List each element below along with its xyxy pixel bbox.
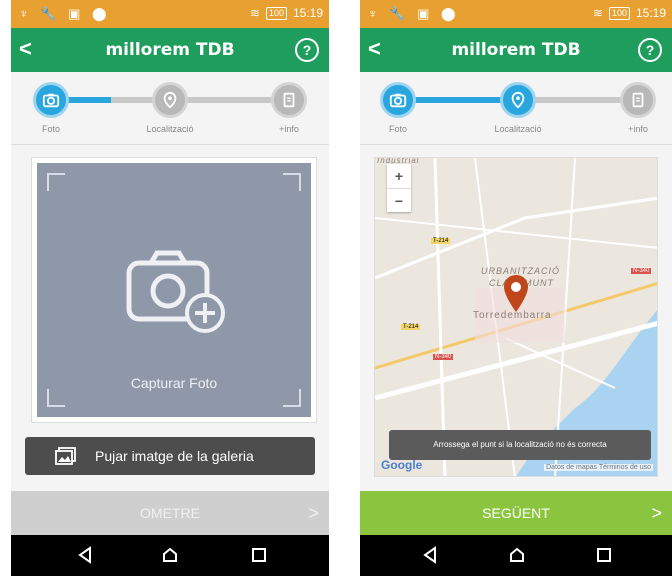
zoom-control: + − xyxy=(387,164,411,212)
recents-nav-icon[interactable] xyxy=(251,546,267,564)
camera-add-icon xyxy=(126,250,225,333)
step-label-location: Localització xyxy=(494,124,542,134)
step-label-photo: Foto xyxy=(388,124,408,134)
next-label: SEGÜENT xyxy=(482,505,550,521)
app-bar: < millorem TDB ? xyxy=(11,28,329,72)
back-nav-icon[interactable] xyxy=(422,546,438,564)
chevron-right-icon: > xyxy=(651,503,662,523)
step-label-info: +info xyxy=(279,124,299,134)
back-nav-icon[interactable] xyxy=(77,546,93,564)
location-marker-icon[interactable] xyxy=(503,274,529,314)
home-nav-icon[interactable] xyxy=(508,546,526,564)
upload-gallery-label: Pujar imatge de la galeria xyxy=(95,448,254,464)
help-button[interactable]: ? xyxy=(295,38,319,62)
road-label: N-340 xyxy=(631,268,652,274)
help-button[interactable]: ? xyxy=(638,38,662,62)
status-time: 15:19 xyxy=(292,6,323,20)
upload-gallery-button[interactable]: Pujar imatge de la galeria xyxy=(25,437,315,475)
location-pin-icon[interactable] xyxy=(500,82,536,118)
road-label: T-214 xyxy=(401,324,421,330)
battery-icon: 100 xyxy=(265,6,287,20)
recents-nav-icon[interactable] xyxy=(596,546,612,564)
road-label: T-214 xyxy=(431,238,451,244)
road-label: N-340 xyxy=(433,354,454,360)
wifi-icon: ≋ xyxy=(249,6,260,20)
capture-photo-area[interactable]: Capturar Foto xyxy=(31,157,317,423)
step-label-info: +info xyxy=(628,124,648,134)
next-button[interactable]: SEGÜENT > xyxy=(360,491,672,535)
capture-photo-label: Capturar Foto xyxy=(130,375,218,391)
status-icons: ♆ 🔧 ▣ ⬤ xyxy=(19,6,111,21)
clipboard-icon[interactable] xyxy=(620,82,656,118)
zoom-in-button[interactable]: + xyxy=(387,164,411,188)
app-bar: < millorem TDB ? xyxy=(360,28,672,72)
drag-hint-toast: Arrossega el punt si la localització no … xyxy=(389,430,651,460)
location-map[interactable]: + − Industrial T-214 T-214 N-340 N-340 U… xyxy=(374,157,658,477)
step-label-location: Localització xyxy=(146,124,194,134)
clipboard-icon[interactable] xyxy=(271,82,307,118)
home-nav-icon[interactable] xyxy=(161,546,179,564)
battery-icon: 100 xyxy=(608,6,630,20)
phone-screen-location: ♆ 🔧 ▣ ⬤ ≋ 100 15:19 < millorem TDB ? Foto … xyxy=(360,0,672,576)
step-indicator: Foto Localització +info xyxy=(11,72,329,144)
zoom-out-button[interactable]: − xyxy=(387,188,411,213)
phone-screen-photo: ♆ 🔧 ▣ ⬤ ≋ 100 15:19 < millorem TDB ? Foto … xyxy=(11,0,329,576)
gallery-icon xyxy=(55,447,76,465)
google-logo: Google xyxy=(381,458,423,472)
android-nav-bar xyxy=(360,535,672,576)
status-bar: ♆ 🔧 ▣ ⬤ ≋ 100 15:19 xyxy=(11,0,329,28)
map-label-place: Industrial xyxy=(377,157,420,165)
step-indicator: Foto Localització +info xyxy=(360,72,672,144)
wifi-icon: ≋ xyxy=(592,6,603,20)
app-title: millorem TDB xyxy=(105,40,235,60)
status-bar: ♆ 🔧 ▣ ⬤ ≋ 100 15:19 xyxy=(360,0,672,28)
camera-icon[interactable] xyxy=(380,82,416,118)
camera-icon[interactable] xyxy=(33,82,69,118)
location-pin-icon[interactable] xyxy=(152,82,188,118)
chevron-right-icon: > xyxy=(308,503,319,523)
android-nav-bar xyxy=(11,535,329,576)
app-title: millorem TDB xyxy=(451,40,581,60)
skip-button[interactable]: OMETRE > xyxy=(11,491,329,535)
status-time: 15:19 xyxy=(635,6,666,20)
status-icons: ♆ 🔧 ▣ ⬤ xyxy=(368,6,460,21)
map-credits[interactable]: Datos de mapas Términos de uso xyxy=(544,464,653,471)
step-label-photo: Foto xyxy=(41,124,61,134)
skip-label: OMETRE xyxy=(140,505,200,521)
